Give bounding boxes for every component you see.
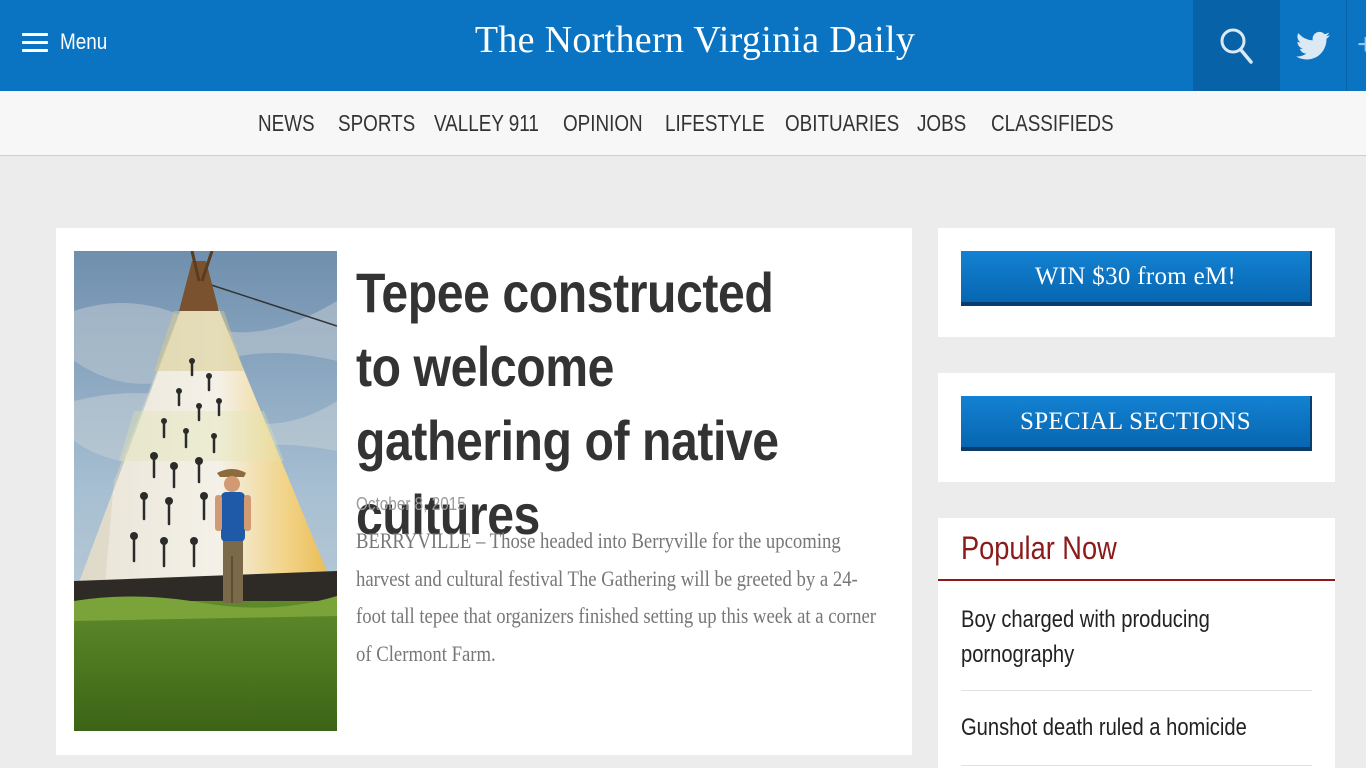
- article-image[interactable]: [74, 251, 337, 731]
- popular-divider: [938, 579, 1335, 581]
- nav-item-opinion[interactable]: OPINION: [563, 110, 647, 137]
- section-nav: NEWS SPORTS VALLEY 911 OPINION LIFESTYLE…: [0, 91, 1366, 156]
- nav-list: NEWS SPORTS VALLEY 911 OPINION LIFESTYLE…: [258, 91, 1121, 156]
- popular-now-title: Popular Now: [961, 530, 1117, 566]
- popular-item-label: Gunshot death ruled a homicide: [961, 714, 1247, 741]
- search-icon: [1220, 28, 1253, 64]
- nav-item-valley-911[interactable]: VALLEY 911: [434, 110, 540, 137]
- list-divider: [961, 765, 1312, 766]
- nav-item-jobs[interactable]: JOBS: [917, 110, 978, 137]
- nav-item-news[interactable]: NEWS: [258, 110, 324, 137]
- twitter-button[interactable]: [1281, 0, 1345, 91]
- popular-item-label: Boy charged with producing pornography: [961, 606, 1210, 668]
- list-divider: [961, 690, 1312, 691]
- menu-label: Menu: [60, 29, 108, 54]
- popular-item[interactable]: Boy charged with producing pornography: [961, 602, 1312, 672]
- special-sections-card: SPECIAL SECTIONS: [938, 373, 1335, 482]
- popular-now-panel: Popular Now Boy charged with producing p…: [938, 518, 1335, 768]
- nav-item-lifestyle[interactable]: LIFESTYLE: [665, 110, 765, 137]
- nav-item-sports[interactable]: SPORTS: [338, 110, 417, 137]
- twitter-icon: [1296, 31, 1330, 59]
- article-summary: BERRYVILLE – Those headed into Berryvill…: [356, 528, 876, 666]
- article-date: October 8, 2015: [356, 494, 466, 514]
- promo-button[interactable]: WIN $30 from eM!: [961, 251, 1312, 306]
- site-title[interactable]: The Northern Virginia Daily: [400, 18, 990, 62]
- special-sections-button[interactable]: SPECIAL SECTIONS: [961, 396, 1312, 451]
- tepee-photo: [74, 251, 337, 731]
- featured-article: Tepee constructed to welcome gathering o…: [56, 228, 912, 755]
- search-button[interactable]: [1193, 0, 1280, 91]
- menu-button[interactable]: Menu: [22, 22, 115, 62]
- hamburger-icon: [22, 31, 48, 53]
- nav-item-classifieds[interactable]: CLASSIFIEDS: [991, 110, 1114, 137]
- site-header: Menu The Northern Virginia Daily +: [0, 0, 1366, 91]
- social-overflow[interactable]: +: [1346, 0, 1366, 91]
- popular-item[interactable]: Gunshot death ruled a homicide: [961, 710, 1312, 745]
- nav-item-obituaries[interactable]: OBITUARIES: [785, 110, 899, 137]
- promo-card: WIN $30 from eM!: [938, 228, 1335, 337]
